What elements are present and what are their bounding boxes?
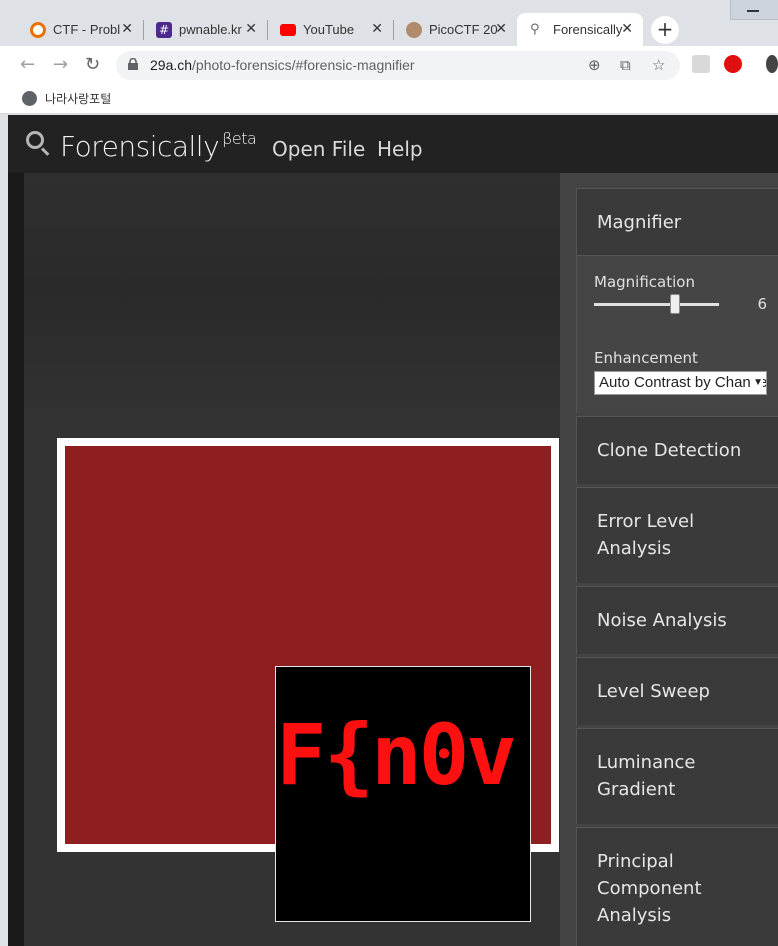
tab-pwnable[interactable]: # pwnable.kr ✕: [143, 13, 267, 46]
add-circle-icon[interactable]: ⊕: [588, 56, 601, 74]
minimize-button[interactable]: [730, 0, 778, 20]
tab-label: YouTube: [303, 22, 355, 37]
adblock-extension-icon[interactable]: [724, 55, 742, 73]
close-icon[interactable]: ✕: [245, 13, 257, 46]
enhancement-label: Enhancement: [594, 349, 698, 367]
new-tab-button[interactable]: +: [651, 16, 679, 44]
panel-title: Magnifier: [597, 212, 682, 233]
image-workspace[interactable]: F{n0v: [24, 173, 560, 946]
back-arrow-icon[interactable]: ←: [20, 54, 35, 75]
tool-label: Clone Detection: [597, 440, 742, 461]
bookmarks-bar: 나라사랑포털: [0, 84, 778, 114]
tab-ctf[interactable]: CTF - Probl ✕: [17, 13, 143, 46]
magnification-value: 6: [757, 295, 767, 313]
url-text: 29a.ch/photo-forensics/#forensic-magnifi…: [150, 57, 415, 73]
magnifier-panel: Magnifier Magnification 6 Enhancement Au…: [576, 188, 778, 413]
browser-toolbar: ← → ↻ 29a.ch/photo-forensics/#forensic-m…: [0, 46, 778, 84]
tab-youtube[interactable]: YouTube ✕: [267, 13, 393, 46]
tool-luminance-gradient[interactable]: Luminance Gradient: [576, 728, 778, 824]
bookmark-item[interactable]: 나라사랑포털: [22, 90, 111, 107]
tab-strip: CTF - Probl ✕ # pwnable.kr ✕ YouTube ✕ P…: [0, 0, 778, 46]
tool-label: Principal Component Analysis: [597, 851, 702, 926]
tool-label: Luminance Gradient: [597, 752, 696, 800]
tool-label: Level Sweep: [597, 681, 710, 702]
translate-icon[interactable]: ⧉: [620, 56, 631, 74]
tool-label: Error Level Analysis: [597, 511, 695, 559]
open-file-link[interactable]: Open File: [272, 137, 365, 161]
tab-label: pwnable.kr: [179, 22, 242, 37]
tool-level-sweep[interactable]: Level Sweep: [576, 657, 778, 725]
close-icon[interactable]: ✕: [371, 13, 383, 46]
forward-arrow-icon[interactable]: →: [53, 54, 68, 75]
tab-forensically[interactable]: ⚲ Forensically ✕: [517, 13, 643, 46]
magnifier-logo-icon: [26, 131, 44, 149]
bookmark-star-icon[interactable]: ☆: [652, 56, 665, 74]
dropdown-arrow-icon: ▼: [751, 372, 763, 394]
tab-label: PicoCTF 20: [429, 22, 498, 37]
app-title: Forensically βeta: [60, 129, 257, 163]
tab-label: CTF - Probl: [53, 22, 121, 37]
magnifier-favicon-icon: ⚲: [530, 22, 540, 37]
enhancement-select[interactable]: Auto Contrast by Channel ▼: [594, 371, 767, 395]
magnification-slider[interactable]: 6: [577, 256, 778, 336]
tool-sidebar: Magnifier Magnification 6 Enhancement Au…: [560, 173, 778, 946]
youtube-favicon-icon: [280, 24, 296, 36]
reload-icon[interactable]: ↻: [85, 54, 100, 75]
forensically-app: Forensically βeta Open File Help F{n0v Ma…: [8, 115, 778, 946]
tab-label: Forensically: [553, 22, 623, 37]
magnified-text: F{n0v: [276, 706, 517, 804]
hash-favicon-icon: #: [156, 22, 172, 38]
tool-noise-analysis[interactable]: Noise Analysis: [576, 586, 778, 654]
magnifier-header[interactable]: Magnifier: [577, 189, 778, 256]
ctf-favicon-icon: [30, 22, 46, 38]
slider-thumb[interactable]: [670, 294, 680, 314]
profile-icon[interactable]: [766, 55, 778, 73]
tool-clone-detection[interactable]: Clone Detection: [576, 416, 778, 484]
magnifier-loupe: F{n0v: [275, 666, 531, 922]
tool-label: Noise Analysis: [597, 610, 727, 631]
pdf-extension-icon[interactable]: [692, 55, 710, 73]
tool-principal-component-analysis[interactable]: Principal Component Analysis: [576, 827, 778, 946]
tab-picoctf[interactable]: PicoCTF 20 ✕: [393, 13, 517, 46]
lock-icon: [128, 58, 138, 70]
globe-icon: [22, 91, 37, 106]
close-icon[interactable]: ✕: [621, 13, 633, 46]
address-bar[interactable]: 29a.ch/photo-forensics/#forensic-magnifi…: [116, 51, 680, 80]
help-link[interactable]: Help: [377, 137, 423, 161]
close-icon[interactable]: ✕: [495, 13, 507, 46]
picoctf-favicon-icon: [406, 22, 422, 38]
close-icon[interactable]: ✕: [121, 13, 133, 46]
app-header: Forensically βeta Open File Help: [8, 115, 778, 173]
tool-error-level-analysis[interactable]: Error Level Analysis: [576, 487, 778, 583]
